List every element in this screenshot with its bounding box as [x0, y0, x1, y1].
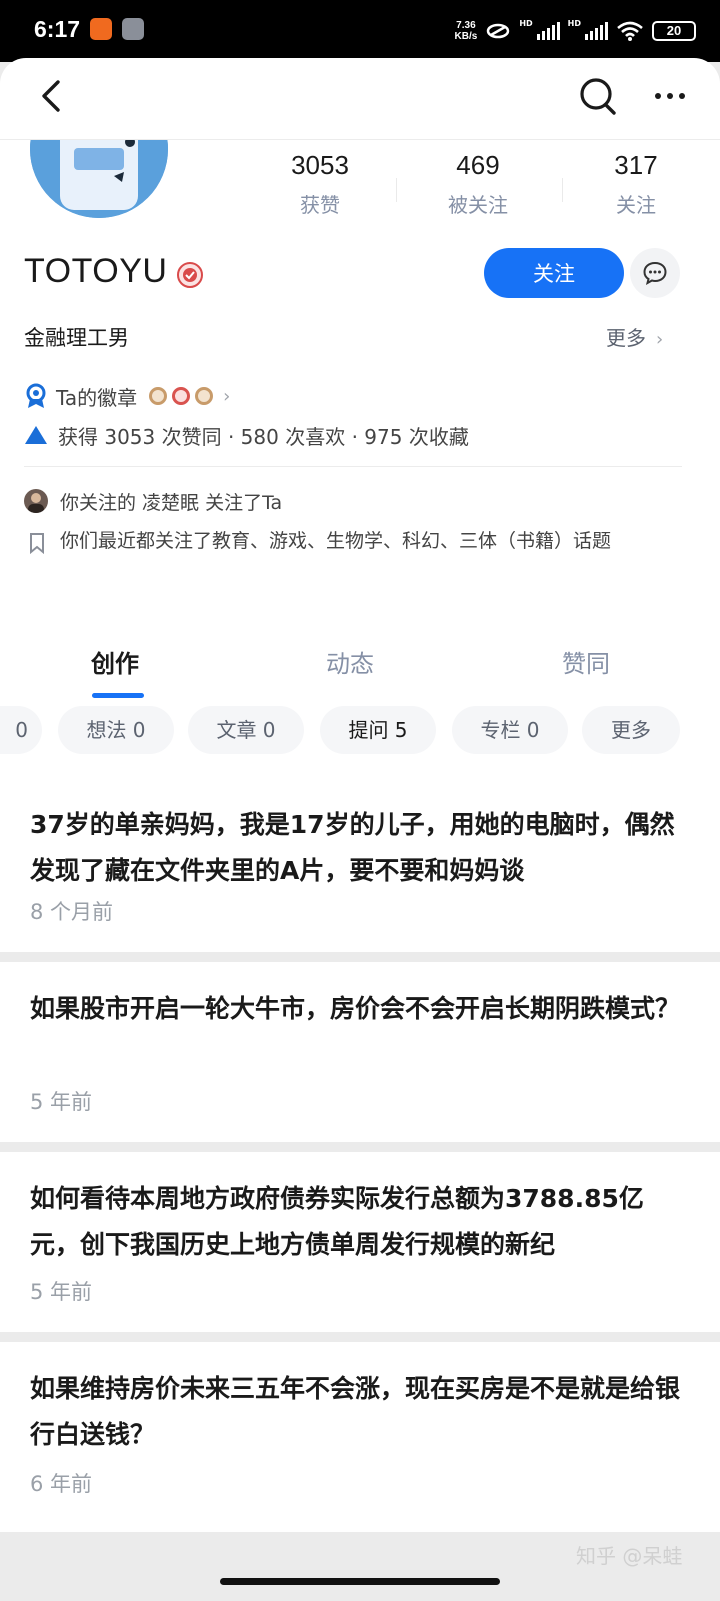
section-divider [24, 466, 682, 467]
status-indicators: 7.36 KB/s HD HD 20 [455, 16, 696, 46]
more-dots-icon[interactable] [648, 76, 692, 116]
question-card[interactable]: 如果股市开启一轮大牛市，房价会不会开启长期阴跌模式？ 5 年前 [0, 962, 720, 1142]
mutual-follow-text: 你关注的 凌楚眠 关注了Ta [60, 491, 283, 514]
chevron-right-icon: › [223, 385, 231, 407]
hotspot-link-icon [487, 23, 510, 39]
chip-answers[interactable]: 0 [0, 706, 42, 754]
tab-upvotes[interactable]: 赞同 [562, 644, 610, 679]
chip-questions[interactable]: 提问 5 [320, 706, 436, 754]
top-nav-bar [0, 58, 720, 140]
avatar-image [30, 140, 168, 218]
badges-label: Ta的徽章 [56, 385, 138, 410]
chip-thoughts[interactable]: 想法 0 [58, 706, 174, 754]
common-topics-row: 你们最近都关注了教育、游戏、生物学、科幻、三体（书籍）话题 [24, 526, 684, 556]
question-card[interactable]: 如何看待本周地方政府债券实际发行总额为3788.85亿元，创下我国历史上地方债单… [0, 1152, 720, 1332]
tab-activity[interactable]: 动态 [326, 644, 374, 679]
profile-more-label: 更多 [606, 326, 646, 350]
question-time: 5 年前 [30, 1090, 93, 1114]
profile-more-link[interactable]: 更多 › [606, 322, 663, 351]
follow-button[interactable]: 关注 [484, 248, 624, 298]
sim1-hd-tag: HD [519, 18, 533, 28]
network-speed-value: 7.36 [456, 20, 476, 31]
chevron-right-icon: › [656, 329, 664, 350]
signal-sim2-icon [585, 22, 608, 40]
avatar[interactable] [30, 140, 168, 218]
stat-followers[interactable]: 469 被关注 [398, 150, 558, 218]
achievements-text: 获得 3053 次赞同 · 580 次喜欢 · 975 次收藏 [58, 424, 469, 449]
bookmark-icon [30, 533, 44, 554]
profile-stats: 3053 获赞 469 被关注 317 关注 [240, 150, 720, 230]
triangle-upvote-icon [25, 426, 47, 444]
question-time: 8 个月前 [30, 900, 114, 924]
stat-likes-label: 获赞 [300, 193, 340, 217]
stat-divider [396, 178, 397, 202]
message-button[interactable] [630, 248, 680, 298]
question-title[interactable]: 如何看待本周地方政府债券实际发行总额为3788.85亿元，创下我国历史上地方债单… [30, 1176, 690, 1268]
profile-bio: 金融理工男 [24, 326, 129, 350]
common-topics-text: 你们最近都关注了教育、游戏、生物学、科幻、三体（书籍）话题 [60, 530, 612, 552]
badge-medal-icon [172, 387, 191, 405]
message-bubble-icon [643, 261, 667, 285]
chip-more[interactable]: 更多 [582, 706, 680, 754]
question-title[interactable]: 如果维持房价未来三五年不会涨，现在买房是不是就是给银行白送钱？ [30, 1366, 690, 1458]
home-indicator[interactable] [220, 1578, 500, 1585]
stat-followers-value: 469 [456, 150, 500, 180]
question-title[interactable]: 如果股市开启一轮大牛市，房价会不会开启长期阴跌模式？ [30, 986, 690, 1032]
stat-following-value: 317 [614, 150, 658, 180]
content-tabs: 创作 动态 赞同 [0, 624, 720, 700]
status-time: 6:17 [34, 16, 81, 42]
question-card[interactable]: 37岁的单亲妈妈，我是17岁的儿子，用她的电脑时，偶然发现了藏在文件夹里的A片，… [0, 768, 720, 952]
mutual-user-avatar [24, 489, 48, 513]
badges-row[interactable]: Ta的徽章 › [24, 382, 230, 410]
achievements-row: 获得 3053 次赞同 · 580 次喜欢 · 975 次收藏 [24, 420, 469, 450]
app-notification-icon [90, 18, 112, 40]
badge-ribbon-icon [26, 383, 46, 408]
profile-card: 3053 获赞 469 被关注 317 关注 TOTOYU 关注 金融理工男 更… [0, 140, 720, 626]
tab-creations[interactable]: 创作 [91, 644, 139, 679]
question-title[interactable]: 37岁的单亲妈妈，我是17岁的儿子，用她的电脑时，偶然发现了藏在文件夹里的A片，… [30, 802, 690, 894]
network-speed-unit: KB/s [454, 31, 478, 42]
sim2-hd-tag: HD [567, 18, 581, 28]
badge-triangle-icon [195, 387, 214, 405]
status-bar: 6:17 7.36 KB/s HD HD 20 [0, 0, 720, 62]
stat-likes-value: 3053 [291, 150, 349, 180]
signal-sim1-icon [536, 22, 560, 40]
question-time: 6 年前 [30, 1472, 93, 1496]
mutual-follow-row[interactable]: 你关注的 凌楚眠 关注了Ta [24, 486, 282, 516]
stat-following[interactable]: 317 关注 [556, 150, 716, 218]
badge-eye-icon [149, 387, 168, 405]
stat-following-label: 关注 [616, 193, 656, 217]
filter-chips: 0 想法 0 文章 0 提问 5 专栏 0 更多 [0, 700, 720, 768]
watermark: 知乎 @呆蛙 [576, 1544, 683, 1568]
stat-followers-label: 被关注 [448, 193, 508, 217]
verified-badge-icon [177, 262, 203, 288]
active-tab-indicator [92, 693, 144, 698]
back-arrow-icon[interactable] [34, 76, 74, 116]
wifi-icon [617, 21, 643, 41]
wrench-notification-icon [122, 18, 144, 40]
chip-articles[interactable]: 文章 0 [188, 706, 304, 754]
profile-name: TOTOYU [24, 252, 168, 290]
question-card[interactable]: 如果维持房价未来三五年不会涨，现在买房是不是就是给银行白送钱？ 6 年前 [0, 1342, 720, 1532]
stat-likes[interactable]: 3053 获赞 [240, 150, 400, 218]
network-speed: 7.36 KB/s [455, 20, 478, 42]
search-icon[interactable] [576, 74, 620, 118]
chip-columns[interactable]: 专栏 0 [452, 706, 568, 754]
battery-icon: 20 [652, 21, 696, 41]
question-time: 5 年前 [30, 1280, 93, 1304]
